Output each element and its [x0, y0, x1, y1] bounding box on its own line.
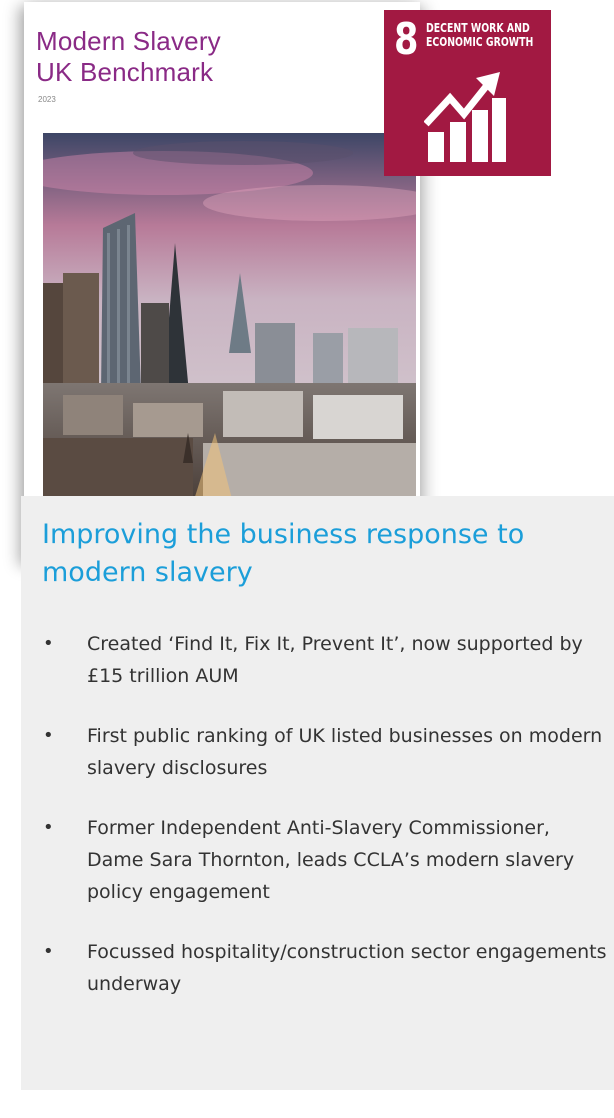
- bullet-icon: •: [43, 633, 54, 654]
- bullet-icon: •: [43, 817, 54, 838]
- sdg-label-line: DECENT WORK AND: [426, 21, 530, 35]
- bullet-list: • Created ‘Find It, Fix It, Prevent It’,…: [21, 628, 614, 1028]
- growth-chart-icon: [424, 72, 506, 162]
- list-item: • Former Independent Anti-Slavery Commis…: [21, 812, 614, 908]
- cover-year: 2023: [38, 95, 56, 104]
- bullet-icon: •: [43, 725, 54, 746]
- cover-photo: [43, 133, 416, 503]
- info-panel: Improving the business response to moder…: [21, 496, 614, 1090]
- sdg-number: 8: [394, 14, 419, 65]
- report-cover: Modern Slavery UK Benchmark 2023: [24, 2, 420, 562]
- sdg-label: DECENT WORK AND ECONOMIC GROWTH: [426, 21, 534, 49]
- list-item-text: Former Independent Anti-Slavery Commissi…: [87, 817, 575, 903]
- list-item-text: First public ranking of UK listed busine…: [87, 725, 603, 779]
- panel-title: Improving the business response to moder…: [42, 519, 525, 588]
- list-item: • First public ranking of UK listed busi…: [21, 720, 614, 784]
- cover-title-line: UK Benchmark: [36, 57, 214, 87]
- list-item: • Focussed hospitality/construction sect…: [21, 936, 614, 1000]
- list-item: • Created ‘Find It, Fix It, Prevent It’,…: [21, 628, 614, 692]
- bullet-icon: •: [43, 941, 54, 962]
- cover-title-line: Modern Slavery: [36, 26, 221, 56]
- city-skyline-image: [43, 133, 416, 503]
- sdg-label-line: ECONOMIC GROWTH: [426, 35, 534, 49]
- cover-title: Modern Slavery UK Benchmark: [36, 26, 376, 88]
- sdg-goal-badge: 8 DECENT WORK AND ECONOMIC GROWTH: [384, 10, 551, 176]
- list-item-text: Created ‘Find It, Fix It, Prevent It’, n…: [87, 633, 583, 687]
- list-item-text: Focussed hospitality/construction sector…: [87, 941, 607, 995]
